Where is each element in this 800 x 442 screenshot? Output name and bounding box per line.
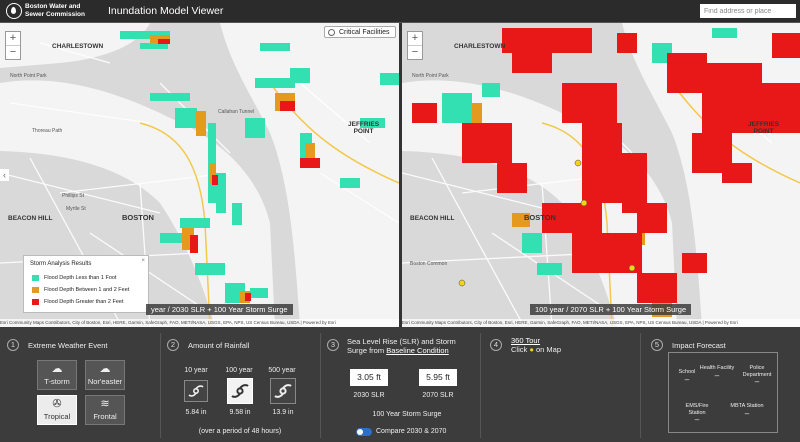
step-number-1: 1 — [7, 339, 19, 351]
weather-button-tstorm[interactable]: ☁ T-storm — [37, 360, 77, 390]
map-left-caption: year / 2030 SLR + 100 Year Storm Surge — [146, 304, 293, 315]
critical-facilities-radio[interactable] — [328, 29, 335, 36]
map-label-charlestown: CHARLESTOWN — [52, 43, 104, 50]
legend-item-medium: Flood Depth Between 1 and 2 Feet — [32, 286, 129, 294]
step-number-5: 5 — [651, 339, 663, 351]
panel-divider — [160, 333, 161, 438]
storm-analysis-legend: Storm Analysis Results × Flood Depth Les… — [23, 255, 149, 313]
hurricane-icon — [274, 384, 292, 398]
rainfall-button-500-year[interactable] — [270, 378, 296, 404]
panel-divider — [480, 333, 481, 438]
map-right[interactable]: + − CHARLESTOWN North Point Park BEACON … — [402, 23, 800, 327]
header-bar: Boston Water and Sewer Commission Inunda… — [0, 0, 800, 23]
legend-swatch-orange — [32, 286, 39, 293]
map-right-canvas — [402, 23, 800, 327]
rainfall-button-10-year[interactable] — [184, 380, 208, 402]
map-label-jeffries-point: JEFFRIES POINT — [748, 121, 780, 135]
map-label-charlestown: CHARLESTOWN — [454, 43, 506, 50]
map-right-zoom-control: + − — [407, 31, 423, 60]
map-label-boston: BOSTON — [122, 213, 154, 222]
map-label-callahan-tunnel: Callahan Tunnel — [218, 109, 255, 115]
map-label-jeffries-point: JEFFRIES POINT — [348, 121, 380, 135]
weather-panel-title: Extreme Weather Event — [28, 341, 108, 350]
slr-panel-title: Sea Level Rise (SLR) and Storm Surge fro… — [347, 337, 456, 355]
hurricane-icon: ✇ — [52, 398, 62, 410]
critical-facilities-toggle[interactable]: Critical Facilities — [324, 26, 396, 38]
map-label-boston-common: Boston Common — [410, 261, 448, 267]
rainfall-panel-title: Amount of Rainfall — [188, 341, 250, 350]
zoom-out-button[interactable]: − — [6, 45, 20, 59]
weather-button-frontal[interactable]: ≋ Frontal — [85, 395, 125, 425]
map-comparison: + − CHARLESTOWN North Point Park Thoreau… — [0, 23, 800, 327]
rainfall-amount-10: 5.84 in — [185, 409, 207, 416]
panel-divider — [640, 333, 641, 438]
legend-title: Storm Analysis Results — [30, 261, 92, 267]
map-label-north-point-park: North Point Park — [412, 73, 449, 79]
map-label-beacon-hill: BEACON HILL — [410, 215, 455, 222]
wind-cloud-icon: ☁ — [99, 363, 111, 375]
rainfall-amount-500: 13.9 in — [272, 409, 294, 416]
legend-item-deep: Flood Depth Greater than 2 Feet — [32, 298, 124, 306]
map-label-beacon-hill: BEACON HILL — [8, 215, 53, 222]
zoom-in-button[interactable]: + — [408, 32, 422, 45]
zoom-out-button[interactable]: − — [408, 45, 422, 59]
map-attribution: Esri Community Maps Contributors, City o… — [0, 319, 399, 327]
slr-button-2070[interactable]: 5.95 ft — [419, 369, 457, 386]
360-tour-link[interactable]: 360 Tour — [511, 336, 540, 345]
map-label-phillips-st: Phillips St — [62, 193, 84, 199]
legend-close-icon[interactable]: × — [141, 258, 145, 264]
cloud-rain-icon: ☁ — [51, 363, 63, 375]
wind-icon: ≋ — [100, 398, 110, 410]
slr-label-2030: 2030 SLR — [353, 392, 385, 399]
impact-ems-fire-station: EMS/Fire Station – — [685, 403, 709, 424]
map-point-icon: ● — [529, 345, 534, 354]
rainfall-period-10: 10 year — [184, 367, 208, 374]
legend-swatch-red — [32, 298, 39, 305]
storm-surge-label: 100 Year Storm Surge — [372, 411, 442, 418]
map-label-north-point-park: North Point Park — [10, 73, 47, 79]
map-right-caption: 100 year / 2070 SLR + 100 Year Storm Sur… — [530, 304, 692, 315]
panel-divider — [320, 333, 321, 438]
map-label-boston: BOSTON — [524, 213, 556, 222]
app-title: Inundation Model Viewer — [108, 5, 224, 17]
hurricane-icon — [231, 384, 249, 398]
impact-mbta-station: MBTA Station – — [730, 403, 764, 418]
impact-panel-title: Impact Forecast — [672, 341, 726, 350]
map-label-myrtle-st: Myrtle St — [66, 206, 86, 212]
slr-button-2030[interactable]: 3.05 ft — [350, 369, 388, 386]
step-number-2: 2 — [167, 339, 179, 351]
bwsc-logo-icon — [6, 3, 22, 19]
map-left-arrow-icon[interactable]: ‹ — [0, 169, 9, 181]
rainfall-period-note: (over a period of 48 hours) — [198, 428, 282, 435]
map-attribution: Esri Community Maps Contributors, City o… — [402, 319, 800, 327]
map-label-thoreau-path: Thoreau Path — [32, 128, 63, 134]
slr-label-2070: 2070 SLR — [422, 392, 454, 399]
impact-police-department: Police Department – — [742, 365, 772, 386]
organization-name: Boston Water and Sewer Commission — [25, 3, 85, 18]
rainfall-button-100-year[interactable] — [227, 378, 253, 404]
baseline-condition-link[interactable]: Baseline Condition — [386, 346, 449, 355]
hurricane-icon — [188, 385, 204, 397]
compare-label: Compare 2030 & 2070 — [376, 428, 447, 435]
step-number-4: 4 — [490, 339, 502, 351]
weather-button-tropical[interactable]: ✇ Tropical — [37, 395, 77, 425]
impact-health-facility: Health Facility – — [699, 365, 735, 380]
weather-button-noreaster[interactable]: ☁ Nor'easter — [85, 360, 125, 390]
tour-panel: 360 Tour Click ● on Map — [511, 336, 561, 354]
compare-toggle[interactable] — [356, 428, 372, 436]
rainfall-period-100: 100 year — [225, 367, 253, 374]
impact-forecast-box: School – Health Facility – Police Departme… — [668, 352, 778, 433]
zoom-in-button[interactable]: + — [6, 32, 20, 45]
step-number-3: 3 — [327, 339, 339, 351]
map-left-zoom-control: + − — [5, 31, 21, 60]
rainfall-amount-100: 9.58 in — [229, 409, 251, 416]
address-search-input[interactable] — [700, 4, 796, 18]
rainfall-period-500: 500 year — [268, 367, 296, 374]
legend-item-shallow: Flood Depth Less than 1 Foot — [32, 274, 116, 282]
legend-swatch-green — [32, 274, 39, 281]
map-left[interactable]: + − CHARLESTOWN North Point Park Thoreau… — [0, 23, 399, 327]
